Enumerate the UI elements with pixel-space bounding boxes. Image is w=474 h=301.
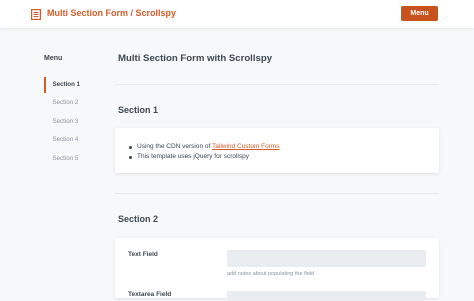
- sidebar-item-section-4[interactable]: Section 4: [44, 132, 80, 148]
- list-item: Using the CDN version of Tailwind Custom…: [128, 142, 280, 152]
- sidebar-item-section-2[interactable]: Section 2: [44, 95, 80, 111]
- list-item-text: This template uses jQuery for scrollspy: [137, 153, 249, 160]
- text-field-label: Text Field: [128, 251, 158, 258]
- top-header: Multi Section Form / Scrollspy Menu: [0, 0, 474, 28]
- section-2-heading: Section 2: [118, 214, 159, 224]
- divider: [115, 84, 439, 85]
- sidebar-heading: Menu: [44, 55, 63, 62]
- text-field-help: add notes about populating the field: [227, 271, 315, 277]
- section-1-list: Using the CDN version of Tailwind Custom…: [128, 142, 280, 162]
- section-1-heading: Section 1: [118, 105, 159, 115]
- textarea-field-input[interactable]: [227, 291, 426, 301]
- list-item: This template uses jQuery for scrollspy: [128, 152, 280, 162]
- list-item-text: Using the CDN version of: [137, 143, 213, 150]
- sidebar-item-section-1[interactable]: Section 1: [44, 77, 80, 93]
- section-2-card: [115, 238, 439, 298]
- sidebar-item-section-5[interactable]: Section 5: [44, 151, 80, 167]
- sidebar-nav: Section 1 Section 2 Section 3 Section 4 …: [44, 77, 80, 169]
- menu-button[interactable]: Menu: [401, 6, 438, 21]
- sidebar-item-section-3[interactable]: Section 3: [44, 114, 80, 130]
- page-title: Multi Section Form with Scrollspy: [118, 53, 273, 64]
- form-icon: [31, 9, 41, 20]
- divider: [115, 193, 439, 194]
- app-title: Multi Section Form / Scrollspy: [47, 8, 177, 18]
- text-field-input[interactable]: [227, 250, 426, 267]
- textarea-field-label: Textarea Field: [128, 291, 172, 298]
- tailwind-custom-forms-link[interactable]: Tailwind Custom Forms: [212, 143, 280, 150]
